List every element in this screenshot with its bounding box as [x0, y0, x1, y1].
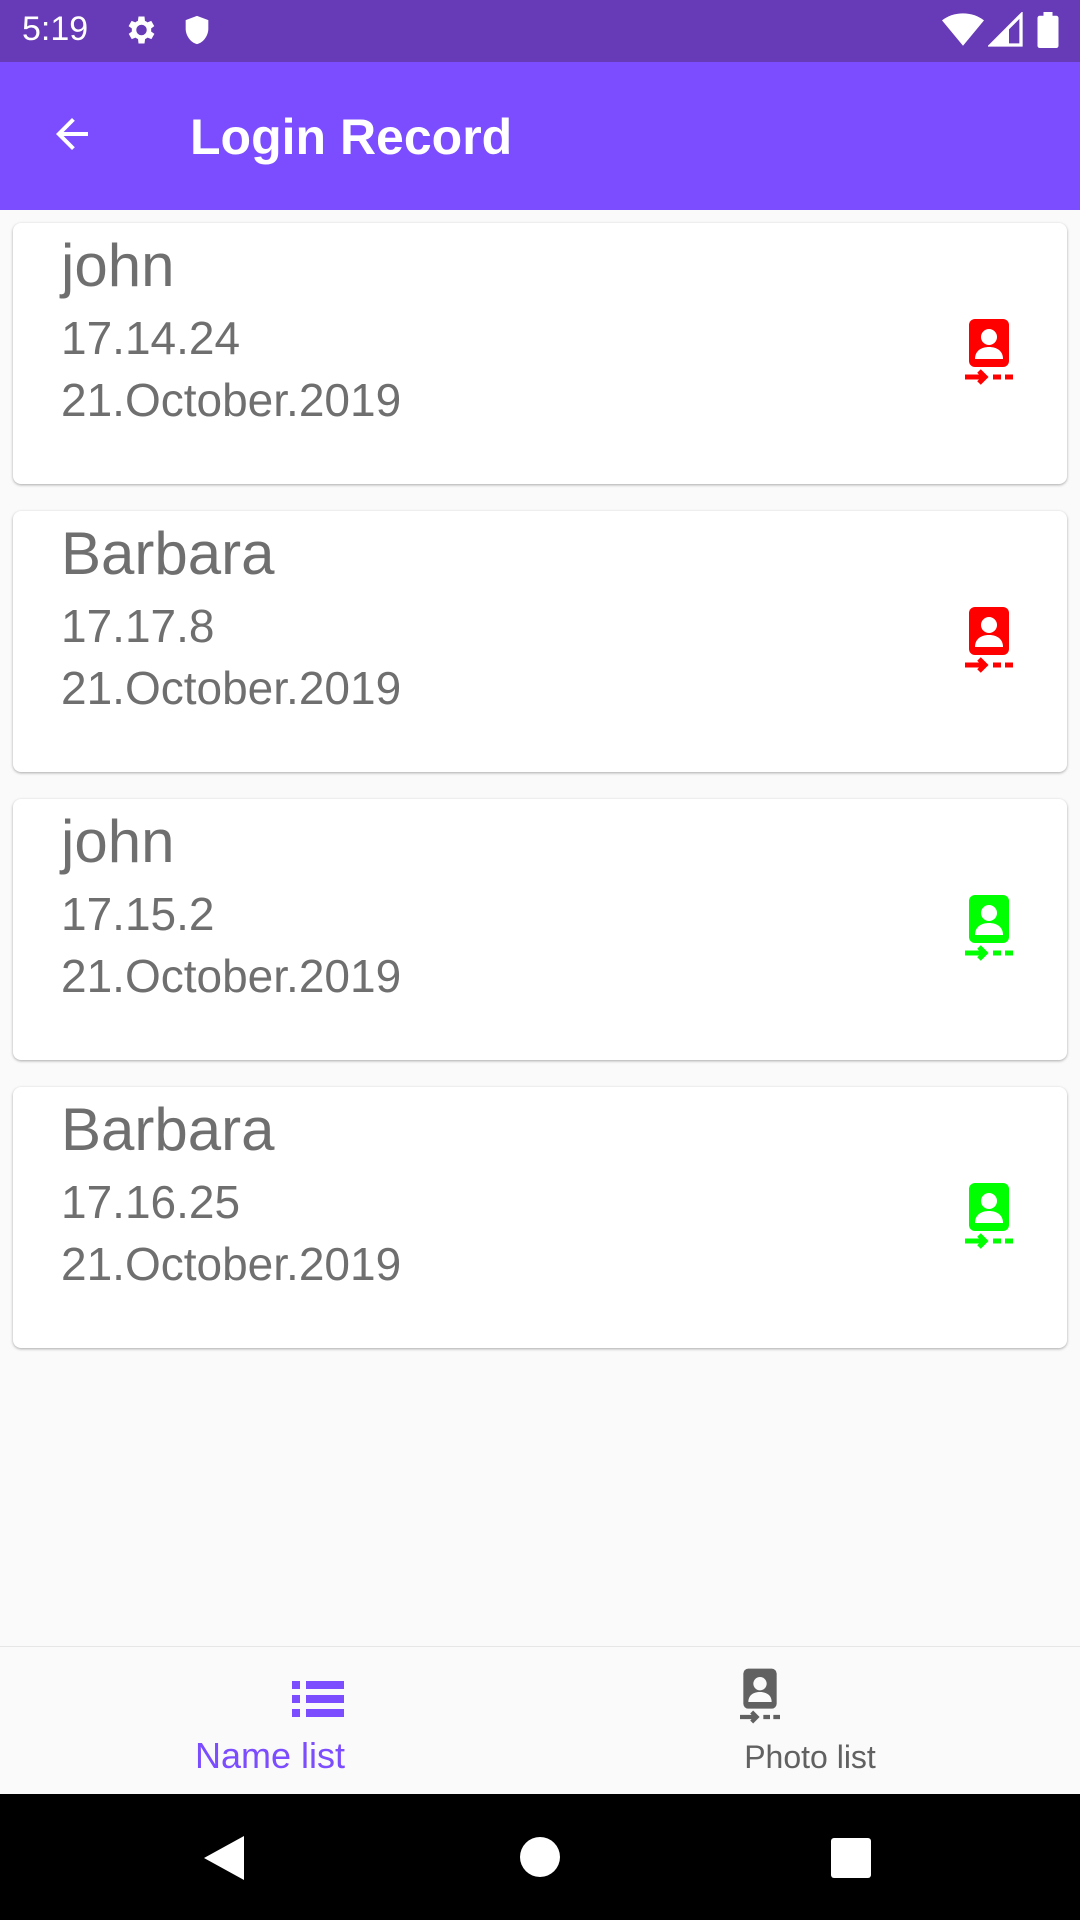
back-button[interactable]: [34, 98, 110, 174]
nav-item-name-list[interactable]: Name list: [0, 1647, 540, 1795]
wifi-icon: [942, 12, 984, 53]
record-date: 21.October.2019: [61, 662, 402, 714]
record-date: 21.October.2019: [61, 950, 402, 1002]
battery-icon: [1036, 12, 1060, 53]
list-item[interactable]: Barbara 17.16.25 21.October.2019: [13, 1087, 1067, 1348]
record-time: 17.14.24: [61, 312, 241, 364]
record-name: john: [61, 232, 175, 299]
status-time: 5:19: [22, 10, 89, 48]
record-time: 17.15.2: [61, 888, 215, 940]
settings-gear-icon: [122, 12, 158, 53]
photo-badge-icon: [740, 1667, 780, 1732]
list-icon: [292, 1679, 344, 1724]
system-navigation-bar: [0, 1794, 1080, 1920]
record-name: Barbara: [61, 1096, 275, 1163]
login-photo-icon: [965, 1183, 1013, 1251]
login-photo-icon: [965, 895, 1013, 963]
list-item[interactable]: Barbara 17.17.8 21.October.2019: [13, 511, 1067, 772]
page-title: Login Record: [190, 109, 513, 165]
record-name: john: [61, 808, 175, 875]
record-date: 21.October.2019: [61, 374, 402, 426]
back-triangle-icon[interactable]: [204, 1836, 244, 1885]
nav-item-photo-list[interactable]: Photo list: [540, 1647, 1080, 1795]
status-bar: 5:19: [0, 0, 1080, 62]
login-photo-icon: [965, 319, 1013, 387]
record-name: Barbara: [61, 520, 275, 587]
cell-signal-icon: [987, 11, 1024, 53]
nav-label-photo-list: Photo list: [744, 1739, 876, 1775]
record-time: 17.16.25: [61, 1176, 241, 1228]
app-bar: Login Record: [0, 62, 1080, 210]
list-item[interactable]: john 17.15.2 21.October.2019: [13, 799, 1067, 1060]
record-date: 21.October.2019: [61, 1238, 402, 1290]
login-photo-icon: [965, 607, 1013, 675]
list-item[interactable]: john 17.14.24 21.October.2019: [13, 223, 1067, 484]
arrow-back-icon: [48, 110, 96, 163]
record-time: 17.17.8: [61, 600, 215, 652]
recents-square-icon[interactable]: [831, 1838, 871, 1883]
shield-icon: [180, 12, 214, 53]
home-circle-icon[interactable]: [520, 1837, 560, 1882]
nav-label-name-list: Name list: [194, 1735, 346, 1776]
bottom-navigation: Name list Photo list: [0, 1646, 1080, 1794]
